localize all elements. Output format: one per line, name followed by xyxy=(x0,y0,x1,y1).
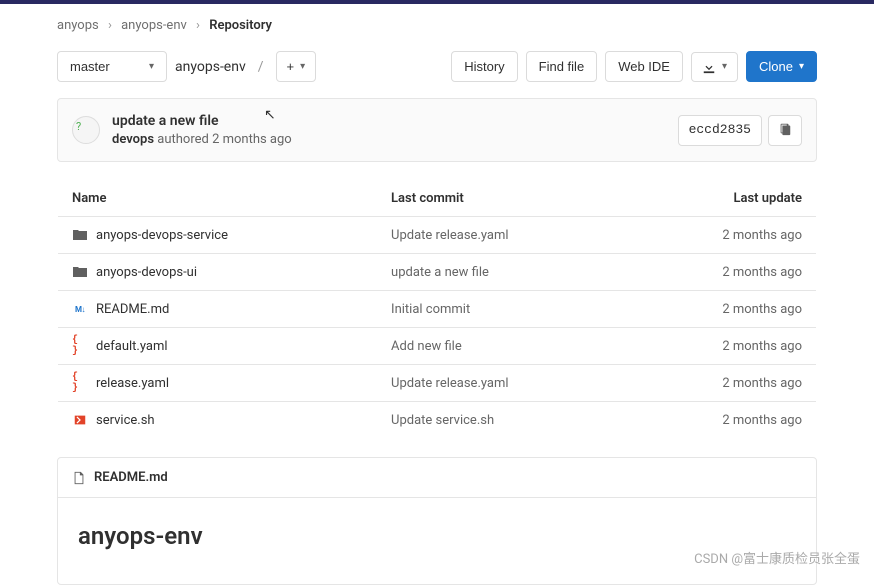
col-last-update: Last update xyxy=(629,181,816,217)
readme-body: anyops-env xyxy=(58,498,816,584)
file-update-time: 2 months ago xyxy=(629,402,816,439)
file-update-time: 2 months ago xyxy=(629,328,816,365)
last-commit-widget: update a new file devops authored 2 mont… xyxy=(57,98,817,162)
readme-header: README.md xyxy=(58,458,816,498)
file-name[interactable]: anyops-devops-service xyxy=(96,228,228,243)
file-commit-msg[interactable]: Initial commit xyxy=(377,291,629,328)
commit-author[interactable]: devops xyxy=(112,132,154,147)
col-name: Name xyxy=(58,181,378,217)
table-row[interactable]: anyops-devops-service Update release.yaml… xyxy=(58,217,817,254)
path-part[interactable]: anyops-env xyxy=(175,59,246,75)
folder-icon xyxy=(72,264,88,280)
web-ide-button[interactable]: Web IDE xyxy=(605,51,683,82)
clone-button[interactable]: Clone ▾ xyxy=(746,51,817,82)
table-row[interactable]: { } default.yaml Add new file2 months ago xyxy=(58,328,817,365)
download-icon xyxy=(702,60,716,74)
readme-heading: anyops-env xyxy=(78,522,796,550)
commit-sha[interactable]: eccd2835 xyxy=(678,115,762,146)
file-name[interactable]: release.yaml xyxy=(96,376,169,391)
readme-panel: README.md anyops-env xyxy=(57,457,817,585)
commit-meta: devops authored 2 months ago xyxy=(112,132,666,147)
file-tree-table: Name Last commit Last update anyops-devo… xyxy=(57,180,817,439)
file-commit-msg[interactable]: Update service.sh xyxy=(377,402,629,439)
commit-title[interactable]: update a new file xyxy=(112,113,666,129)
path-separator: / xyxy=(258,59,264,75)
file-update-time: 2 months ago xyxy=(629,291,816,328)
yaml-icon: { } xyxy=(72,375,88,391)
file-name[interactable]: anyops-devops-ui xyxy=(96,265,197,280)
breadcrumb: anyops › anyops-env › Repository xyxy=(57,4,817,51)
readme-filename: README.md xyxy=(94,470,168,485)
file-commit-msg[interactable]: Update release.yaml xyxy=(377,217,629,254)
table-row[interactable]: { } release.yaml Update release.yaml2 mont… xyxy=(58,365,817,402)
branch-name: master xyxy=(70,59,110,74)
col-last-commit: Last commit xyxy=(377,181,629,217)
file-update-time: 2 months ago xyxy=(629,217,816,254)
file-name[interactable]: service.sh xyxy=(96,413,155,428)
breadcrumb-current: Repository xyxy=(209,18,272,33)
file-icon xyxy=(72,471,86,485)
commit-time: 2 months ago xyxy=(212,132,292,147)
file-commit-msg[interactable]: Add new file xyxy=(377,328,629,365)
folder-icon xyxy=(72,227,88,243)
yaml-icon: { } xyxy=(72,338,88,354)
table-row[interactable]: anyops-devops-ui update a new file2 month… xyxy=(58,254,817,291)
breadcrumb-group[interactable]: anyops-env xyxy=(121,18,187,33)
markdown-icon: M↓ xyxy=(72,301,88,317)
file-commit-msg[interactable]: update a new file xyxy=(377,254,629,291)
chevron-right-icon: › xyxy=(108,18,112,33)
branch-selector[interactable]: master ▾ xyxy=(57,51,167,82)
file-commit-msg[interactable]: Update release.yaml xyxy=(377,365,629,402)
clone-label: Clone xyxy=(759,59,793,74)
file-update-time: 2 months ago xyxy=(629,365,816,402)
table-row[interactable]: service.sh Update service.sh2 months ago xyxy=(58,402,817,439)
breadcrumb-root[interactable]: anyops xyxy=(57,18,99,33)
chevron-down-icon: ▾ xyxy=(300,61,305,72)
chevron-down-icon: ▾ xyxy=(722,61,727,72)
repo-toolbar: master ▾ anyops-env / + ▾ History Find f… xyxy=(57,51,817,82)
avatar[interactable] xyxy=(72,116,100,144)
shell-icon xyxy=(72,412,88,428)
add-file-button[interactable]: + ▾ xyxy=(276,51,317,82)
file-name[interactable]: README.md xyxy=(96,302,169,317)
download-button[interactable]: ▾ xyxy=(691,52,738,82)
chevron-right-icon: › xyxy=(196,18,200,33)
file-name[interactable]: default.yaml xyxy=(96,339,168,354)
copy-sha-button[interactable] xyxy=(768,115,802,146)
file-update-time: 2 months ago xyxy=(629,254,816,291)
clipboard-icon xyxy=(778,122,792,136)
history-button[interactable]: History xyxy=(451,51,517,82)
plus-icon: + xyxy=(287,59,295,74)
chevron-down-icon: ▾ xyxy=(799,61,804,72)
find-file-button[interactable]: Find file xyxy=(526,51,598,82)
chevron-down-icon: ▾ xyxy=(149,61,154,72)
table-row[interactable]: M↓ README.md Initial commit2 months ago xyxy=(58,291,817,328)
